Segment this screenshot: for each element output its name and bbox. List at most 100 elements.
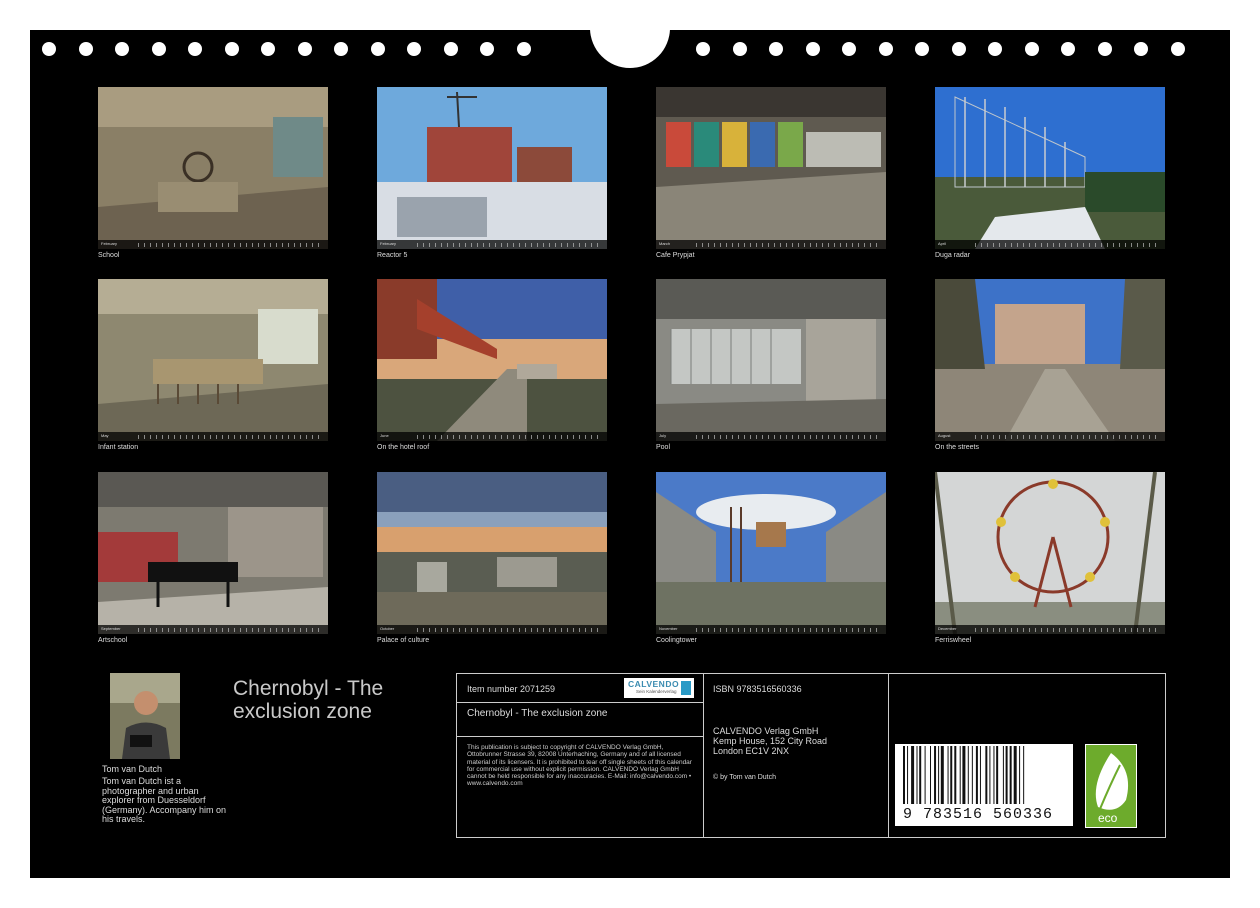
barcode-bar — [959, 746, 961, 804]
barcode-bar — [993, 746, 995, 804]
barcode-bar — [954, 746, 957, 804]
binding-hole — [1134, 42, 1148, 56]
caption: Duga radar — [935, 252, 971, 259]
photo-pool: July — [656, 279, 886, 441]
month-label: September — [101, 626, 121, 631]
photo-coolingtower: November — [656, 472, 886, 634]
month-label: May — [101, 433, 109, 438]
photo-on-the-streets: August — [935, 279, 1165, 441]
caption: On the streets — [935, 444, 979, 451]
barcode-bar — [907, 746, 909, 804]
publisher-address: CALVENDO Verlag GmbH Kemp House, 152 Cit… — [713, 726, 828, 756]
binding-hole — [805, 42, 820, 56]
barcode-bar — [940, 746, 944, 804]
month-label: June — [380, 433, 389, 438]
calvendo-mark-icon — [681, 681, 691, 695]
photo-ferriswheel: December — [935, 472, 1165, 634]
barcode-bar — [1002, 746, 1004, 804]
barcode-bar — [938, 746, 940, 804]
barcode-bar — [1005, 746, 1008, 804]
photo-cafe-prypjat: March — [656, 87, 886, 249]
barcode-bar — [971, 746, 973, 804]
barcode-bar — [950, 746, 953, 804]
month-label: August — [938, 433, 951, 438]
eco-label: eco — [1098, 811, 1118, 825]
binding-hole — [42, 42, 56, 56]
barcode-bar — [996, 746, 999, 804]
photo-school: February — [98, 87, 328, 249]
month-label: November — [659, 626, 678, 631]
binding-hole — [1097, 42, 1112, 56]
binding-hole — [1170, 42, 1185, 56]
item-number: Item number 2071259 — [467, 684, 556, 694]
month-label: February — [380, 241, 397, 246]
binding-hole — [1024, 42, 1039, 56]
binding-hole — [696, 42, 710, 56]
binding-hole — [769, 42, 783, 56]
barcode-bar — [924, 746, 926, 804]
month-label: April — [938, 241, 947, 246]
eco-leaf-icon: eco — [1085, 744, 1137, 828]
binding-hole — [480, 42, 494, 56]
author-photo — [110, 673, 180, 759]
binding-hole — [224, 42, 239, 56]
barcode-bar — [1013, 746, 1017, 804]
caption: On the hotel roof — [377, 444, 430, 451]
barcode-bar — [1009, 746, 1012, 804]
author-bio: Tom van Dutch ist a photographer and urb… — [102, 776, 227, 825]
caption: School — [98, 252, 120, 259]
barcode-bar — [979, 746, 981, 804]
binding-hole — [951, 42, 966, 56]
barcode: 9 783516 560336 — [895, 744, 1073, 826]
binding-hole — [1061, 42, 1075, 56]
binding-hole — [297, 42, 312, 56]
binding-hole — [151, 42, 166, 56]
barcode-number: 9 783516 560336 — [903, 806, 1054, 823]
barcode-bar — [1023, 746, 1025, 804]
binding-hole — [115, 42, 129, 56]
month-label: October — [380, 626, 395, 631]
caption: Ferriswheel — [935, 637, 972, 644]
calendar-title: Chernobyl - The exclusion zone — [233, 677, 384, 723]
legal-notice: This publication is subject to copyright… — [467, 744, 692, 788]
caption: Palace of culture — [377, 637, 430, 644]
binding-hole — [261, 42, 275, 56]
caption: Artschool — [98, 637, 128, 644]
binding-hole — [334, 42, 348, 56]
caption: Infant station — [98, 444, 139, 451]
barcode-bar — [903, 746, 905, 804]
photo-reactor-5: February — [377, 87, 607, 249]
barcode-bar — [1019, 746, 1021, 804]
binding-hole — [842, 42, 856, 56]
binding-hole — [915, 42, 929, 56]
binding-hole — [516, 42, 531, 56]
photo-artschool: September — [98, 472, 328, 634]
barcode-bar — [911, 746, 915, 804]
barcode-bar — [962, 746, 966, 804]
binding-hole — [188, 42, 202, 56]
isbn: ISBN 9783516560336 — [713, 684, 802, 694]
barcode-bar — [930, 746, 931, 804]
binding-hole — [78, 42, 93, 56]
binding-hole — [370, 42, 385, 56]
binding-hole — [878, 42, 893, 56]
caption: Pool — [656, 444, 671, 451]
month-label: July — [659, 433, 667, 438]
info-box: Item number 2071259 CALVENDO Sein Kalend… — [456, 673, 1166, 838]
binding-hole — [407, 42, 421, 56]
barcode-bar — [967, 746, 969, 804]
photo-duga-radar: April — [935, 87, 1165, 249]
month-label: March — [659, 241, 671, 246]
photo-hotel-roof: June — [377, 279, 607, 441]
barcode-bar — [947, 746, 949, 804]
barcode-bar — [985, 746, 988, 804]
caption: Coolingtower — [656, 637, 697, 644]
caption: Reactor 5 — [377, 252, 408, 259]
photo-infant-station: May — [98, 279, 328, 441]
barcode-bar — [934, 746, 937, 804]
calendar-back-cover: February School February Reactor 5 March… — [30, 30, 1230, 878]
copyright: © by Tom van Dutch — [713, 774, 776, 781]
photo-palace-of-culture: October — [377, 472, 607, 634]
binding-hole — [443, 42, 458, 56]
author-name: Tom van Dutch — [102, 764, 163, 774]
